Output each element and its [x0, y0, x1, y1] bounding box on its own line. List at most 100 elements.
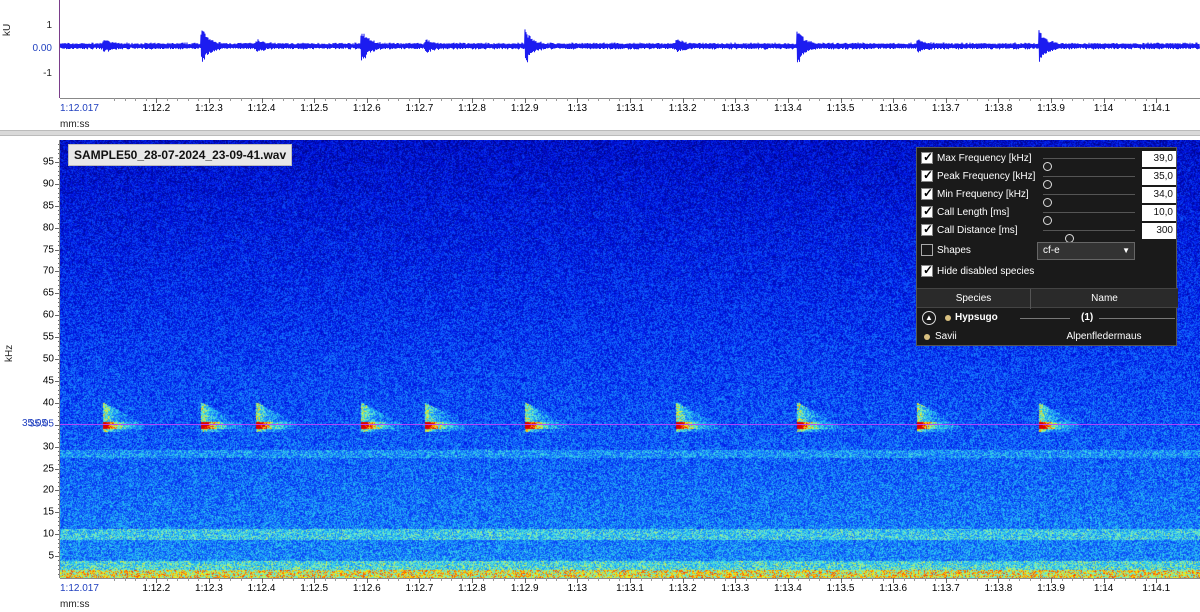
- spectrogram-time-minor-tick: [535, 578, 537, 581]
- group-dot-icon: [945, 315, 951, 321]
- species-table-header: Species Name: [917, 288, 1178, 309]
- spectrogram-time-axis: 1:12.017 1:12.2 1:12.3 1:12.4 1:12.5 1:12.6 1:…: [60, 578, 1200, 598]
- spectrogram-time-tick-label: 1:13: [567, 583, 588, 594]
- group-count: (1): [1081, 312, 1094, 323]
- spectrogram-time-minor-tick: [387, 578, 389, 581]
- spectrogram-time-tick-label: 1:13.8: [984, 583, 1013, 594]
- spectrogram-time-minor-tick: [282, 578, 284, 581]
- waveform-time-minor-tick: [566, 98, 568, 101]
- min-frequency-value[interactable]: 34,0: [1142, 187, 1176, 203]
- call-length-value[interactable]: 10,0: [1142, 205, 1176, 221]
- waveform-time-tick-label: 1:13.7: [931, 103, 960, 114]
- waveform-time-minor-tick: [1135, 98, 1137, 101]
- waveform-time-minor-tick: [166, 98, 168, 101]
- group-separator-line: [1099, 318, 1175, 319]
- waveform-time-tick-label: 1:12.2: [142, 103, 171, 114]
- waveform-time-minor-tick: [345, 98, 347, 101]
- peak-frequency-label: 35.05: [22, 418, 48, 430]
- waveform-time-minor-tick: [303, 98, 305, 101]
- spectrogram-time-minor-tick: [651, 578, 653, 581]
- waveform-time-minor-tick: [451, 98, 453, 101]
- collapse-chevron-icon[interactable]: ▲: [922, 311, 936, 325]
- spectrogram-time-minor-tick: [219, 578, 221, 581]
- species-name-cell: Alpenfledermaus: [1066, 331, 1142, 342]
- waveform-time-axis: 1:12.017 1:12.2 1:12.3 1:12.4 1:12.5 1:12.6 1:…: [60, 98, 1200, 118]
- spectrogram-time-minor-tick: [640, 578, 642, 581]
- max-frequency-checkbox[interactable]: [921, 150, 933, 164]
- waveform-time-minor-tick: [966, 98, 968, 101]
- waveform-time-minor-tick: [619, 98, 621, 101]
- species-group-row[interactable]: ▲ Hypsugo (1): [917, 309, 1178, 327]
- waveform-time-tick-label: 1:14: [1093, 103, 1114, 114]
- waveform-time-minor-tick: [114, 98, 116, 101]
- file-name-label: SAMPLE50_28-07-2024_23-09-41.wav: [68, 144, 293, 166]
- waveform-time-minor-tick: [872, 98, 874, 101]
- spectrogram-time-minor-tick: [335, 578, 337, 581]
- waveform-time-minor-tick: [587, 98, 589, 101]
- spectrogram-time-minor-tick: [587, 578, 589, 581]
- param-row-shapes: Shapes cf-e ▼: [917, 242, 1178, 260]
- waveform-time-minor-tick: [693, 98, 695, 101]
- peak-frequency-slider[interactable]: [1043, 176, 1135, 189]
- waveform-time-minor-tick: [135, 98, 137, 101]
- param-label: Hide disabled species: [937, 266, 1035, 277]
- spectrogram-time-minor-tick: [1029, 578, 1031, 581]
- peak-frequency-checkbox[interactable]: [921, 168, 933, 182]
- spectrogram-time-minor-tick: [177, 578, 179, 581]
- spectrogram-time-minor-tick: [766, 578, 768, 581]
- spectrogram-time-minor-tick: [882, 578, 884, 581]
- waveform-time-tick-label: 1:14.1: [1142, 103, 1171, 114]
- waveform-time-minor-tick: [272, 98, 274, 101]
- max-frequency-value[interactable]: 39,0: [1142, 151, 1176, 167]
- species-row[interactable]: Savii Alpenfledermaus: [917, 328, 1178, 346]
- spectrogram-time-minor-tick: [1082, 578, 1084, 581]
- call-length-checkbox[interactable]: [921, 204, 933, 218]
- max-frequency-slider[interactable]: [1043, 158, 1135, 171]
- waveform-time-minor-tick: [987, 98, 989, 101]
- call-length-slider[interactable]: [1043, 212, 1135, 225]
- waveform-time-minor-tick: [1082, 98, 1084, 101]
- column-header-name[interactable]: Name: [1031, 293, 1178, 304]
- call-distance-value[interactable]: 300: [1142, 223, 1176, 239]
- param-row-call-length: Call Length [ms] 10,0: [917, 204, 1178, 225]
- spectrogram-time-minor-tick: [608, 578, 610, 581]
- spectrogram-ytick-label: 30: [42, 441, 54, 453]
- spectrogram-time-minor-tick: [240, 578, 242, 581]
- hide-disabled-checkbox[interactable]: [921, 263, 933, 277]
- shape-dropdown[interactable]: cf-e ▼: [1037, 242, 1135, 260]
- waveform-time-minor-tick: [493, 98, 495, 101]
- min-frequency-checkbox[interactable]: [921, 186, 933, 200]
- spectrogram-time-minor-tick: [598, 578, 600, 581]
- waveform-time-minor-tick: [956, 98, 958, 101]
- call-distance-checkbox[interactable]: [921, 222, 933, 236]
- spectrogram-time-tick-label: 1:12.5: [300, 583, 329, 594]
- waveform-time-minor-tick: [808, 98, 810, 101]
- spectrogram-time-minor-tick: [693, 578, 695, 581]
- spectrogram-time-minor-tick: [451, 578, 453, 581]
- waveform-ytick: -1: [43, 68, 52, 79]
- column-header-species[interactable]: Species: [917, 293, 1030, 304]
- call-distance-slider[interactable]: [1043, 230, 1135, 243]
- spectrogram-time-tick-label: 1:13.7: [931, 583, 960, 594]
- shapes-checkbox[interactable]: [921, 244, 933, 256]
- spectrogram-time-minor-tick: [566, 578, 568, 581]
- peak-frequency-marker[interactable]: [60, 424, 1200, 426]
- spectrogram-time-minor-tick: [545, 578, 547, 581]
- dropdown-arrow-icon: ▼: [1122, 246, 1130, 255]
- waveform-plot[interactable]: [60, 0, 1200, 98]
- spectrogram-time-minor-tick: [829, 578, 831, 581]
- peak-frequency-value[interactable]: 35,0: [1142, 169, 1176, 185]
- spectrogram-ytick-label: 70: [42, 265, 54, 277]
- spectrogram-time-minor-tick: [798, 578, 800, 581]
- waveform-time-minor-tick: [714, 98, 716, 101]
- spectrogram-time-minor-tick: [819, 578, 821, 581]
- min-frequency-slider[interactable]: [1043, 194, 1135, 207]
- spectrogram-ytick-label: 15: [42, 506, 54, 518]
- spectrogram-time-tick-label: 1:13.1: [616, 583, 644, 594]
- spectrogram-time-minor-tick: [324, 578, 326, 581]
- param-row-max-frequency: Max Frequency [kHz] 39,0: [917, 150, 1178, 171]
- spectrogram-time-minor-tick: [1061, 578, 1063, 581]
- spectrogram-time-minor-tick: [187, 578, 189, 581]
- param-label: Call Distance [ms]: [937, 225, 1018, 236]
- spectrogram-time-minor-tick: [977, 578, 979, 581]
